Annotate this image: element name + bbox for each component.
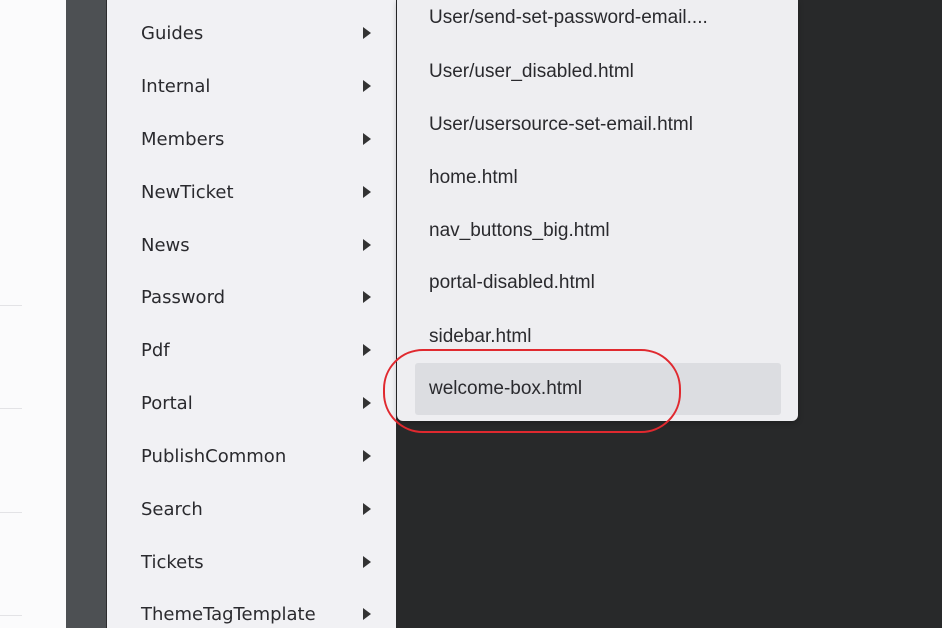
divider: [0, 408, 22, 409]
menu-item-newticket[interactable]: NewTicket: [107, 172, 395, 212]
menu-item-label: Pdf: [141, 339, 170, 361]
triangle-right-icon: [363, 133, 371, 145]
menu-item-label: Portal: [141, 392, 193, 414]
triangle-right-icon: [363, 608, 371, 620]
menu-item-label: Password: [141, 286, 226, 308]
menu-item-label: ThemeTagTemplate: [141, 603, 316, 625]
submenu-item-label: sidebar.html: [429, 326, 532, 347]
submenu-item-nav-buttons-big[interactable]: nav_buttons_big.html: [415, 205, 781, 257]
menu-item-password[interactable]: Password: [107, 277, 395, 317]
triangle-right-icon: [363, 450, 371, 462]
menu-item-publishcommon[interactable]: PublishCommon: [107, 436, 395, 476]
menu-item-internal[interactable]: Internal: [107, 66, 395, 106]
menu-item-label: Guides: [141, 22, 204, 44]
triangle-right-icon: [363, 27, 371, 39]
divider: [0, 615, 22, 616]
menu-item-label: News: [141, 234, 190, 256]
menu-item-label: Members: [141, 128, 225, 150]
menu-item-label: Internal: [141, 75, 211, 97]
submenu-item-portal-disabled[interactable]: portal-disabled.html: [415, 257, 781, 309]
triangle-right-icon: [363, 80, 371, 92]
submenu-item-home[interactable]: home.html: [415, 152, 781, 204]
submenu-item-label: User/user_disabled.html: [429, 61, 634, 82]
triangle-right-icon: [363, 291, 371, 303]
submenu-item-label: home.html: [429, 167, 518, 188]
screen: Guides Internal Members NewTicket News P…: [0, 0, 942, 628]
triangle-right-icon: [363, 556, 371, 568]
template-folder-menu: Guides Internal Members NewTicket News P…: [106, 0, 396, 628]
triangle-right-icon: [363, 344, 371, 356]
submenu-item-sidebar[interactable]: sidebar.html: [415, 311, 781, 363]
side-rail: [66, 0, 106, 628]
divider: [0, 305, 22, 306]
template-file-submenu: User/send-set-password-email.... User/us…: [397, 0, 798, 421]
triangle-right-icon: [363, 503, 371, 515]
menu-item-members[interactable]: Members: [107, 119, 395, 159]
triangle-right-icon: [363, 239, 371, 251]
menu-item-themetagtemplate[interactable]: ThemeTagTemplate: [107, 594, 395, 628]
submenu-item-label: nav_buttons_big.html: [429, 220, 610, 241]
background-page: [0, 0, 66, 628]
menu-item-label: Search: [141, 498, 203, 520]
menu-item-tickets[interactable]: Tickets: [107, 542, 395, 582]
divider: [0, 512, 22, 513]
submenu-item-label: portal-disabled.html: [429, 272, 595, 293]
menu-item-label: NewTicket: [141, 181, 234, 203]
menu-item-guides[interactable]: Guides: [107, 13, 395, 53]
menu-item-news[interactable]: News: [107, 225, 395, 265]
submenu-item-label: welcome-box.html: [429, 378, 583, 399]
submenu-item-send-set-password-email[interactable]: User/send-set-password-email....: [415, 0, 781, 44]
submenu-item-label: User/send-set-password-email....: [429, 7, 708, 28]
menu-item-search[interactable]: Search: [107, 489, 395, 529]
submenu-item-user-disabled[interactable]: User/user_disabled.html: [415, 46, 781, 98]
triangle-right-icon: [363, 397, 371, 409]
submenu-item-usersource-set-email[interactable]: User/usersource-set-email.html: [415, 99, 781, 151]
menu-item-portal[interactable]: Portal: [107, 383, 395, 423]
menu-item-label: PublishCommon: [141, 445, 287, 467]
menu-item-pdf[interactable]: Pdf: [107, 330, 395, 370]
menu-item-label: Tickets: [141, 551, 204, 573]
submenu-item-label: User/usersource-set-email.html: [429, 114, 693, 135]
submenu-item-welcome-box[interactable]: welcome-box.html: [415, 363, 781, 415]
triangle-right-icon: [363, 186, 371, 198]
